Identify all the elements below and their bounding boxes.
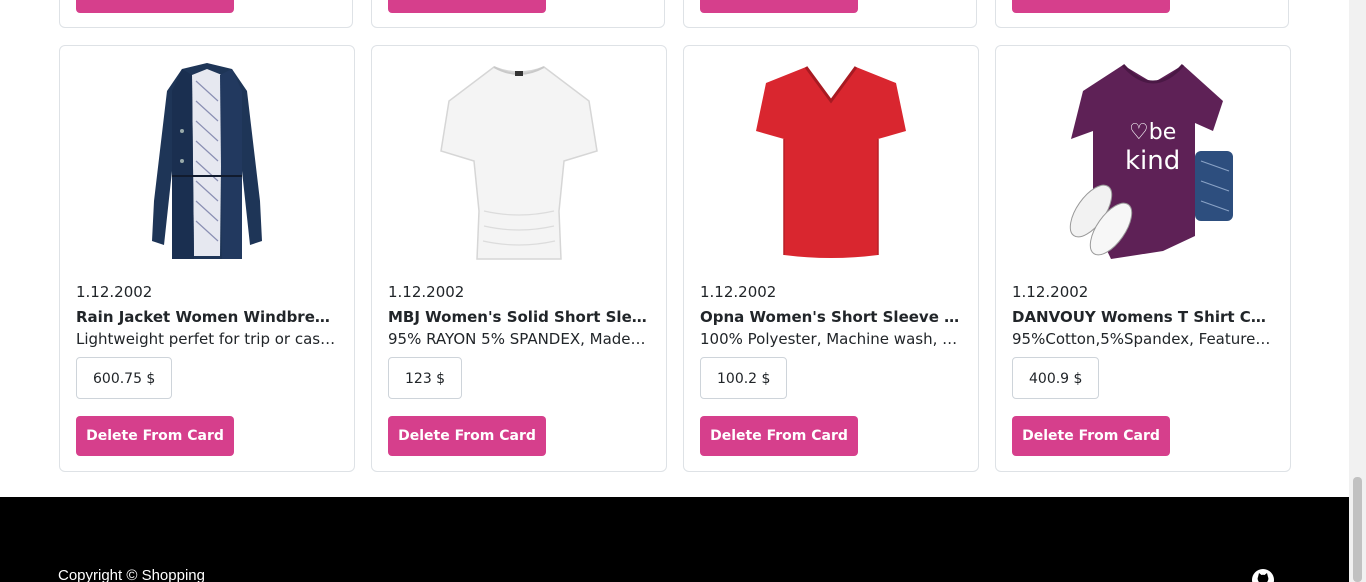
product-description: 100% Polyester, Machine wash, 100% catio… (700, 330, 962, 348)
product-title: DANVOUY Womens T Shirt Casual Cotton Sho… (1012, 308, 1274, 326)
product-card-partial (995, 0, 1289, 28)
product-card: ♡be kind 1.12.2002 DANVOUY Womens T Shir… (995, 45, 1291, 472)
product-date: 1.12.2002 (76, 283, 153, 301)
product-image (372, 58, 666, 264)
product-price: 400.9 $ (1012, 357, 1100, 399)
scrollbar-thumb[interactable] (1353, 477, 1362, 582)
delete-from-card-button[interactable]: Delete From Card (388, 416, 546, 456)
purple-be-kind-tshirt-image: ♡be kind (1069, 64, 1233, 259)
product-title: Rain Jacket Women Windbreaker Striped Cl… (76, 308, 338, 326)
delete-from-card-button-partial[interactable] (76, 0, 234, 13)
product-date: 1.12.2002 (700, 283, 777, 301)
white-boat-neck-top-image (440, 66, 598, 260)
footer: Copyright © Shopping (0, 497, 1349, 582)
navy-rain-jacket-image (152, 63, 262, 259)
product-title: Opna Women's Short Sleeve Moisture (700, 308, 962, 326)
delete-from-card-button-partial[interactable] (700, 0, 858, 13)
product-card-partial (683, 0, 977, 28)
previous-card-row (0, 0, 1349, 30)
copyright-text: Copyright © Shopping (58, 567, 205, 582)
product-image (684, 58, 978, 264)
delete-from-card-button-partial[interactable] (1012, 0, 1170, 13)
product-description: 95% RAYON 5% SPANDEX, Made in USA or Imp… (388, 330, 650, 348)
product-card: 1.12.2002 MBJ Women's Solid Short Sleeve… (371, 45, 667, 472)
delete-from-card-button[interactable]: Delete From Card (76, 416, 234, 456)
product-date: 1.12.2002 (388, 283, 465, 301)
delete-from-card-button-partial[interactable] (388, 0, 546, 13)
product-image (60, 58, 354, 264)
red-v-neck-tshirt-image (756, 66, 906, 258)
delete-from-card-button[interactable]: Delete From Card (700, 416, 858, 456)
github-icon[interactable] (1251, 568, 1275, 582)
product-card-partial (59, 0, 353, 28)
product-card: 1.12.2002 Opna Women's Short Sleeve Mois… (683, 45, 979, 472)
product-card-partial (371, 0, 665, 28)
product-price: 600.75 $ (76, 357, 173, 399)
svg-text:♡be: ♡be (1129, 120, 1176, 145)
product-date: 1.12.2002 (1012, 283, 1089, 301)
page: 1.12.2002 Rain Jacket Women Windbreaker … (0, 0, 1349, 582)
delete-from-card-button[interactable]: Delete From Card (1012, 416, 1170, 456)
product-price: 123 $ (388, 357, 463, 399)
product-image: ♡be kind (996, 58, 1290, 264)
product-price: 100.2 $ (700, 357, 788, 399)
vertical-scrollbar[interactable] (1349, 0, 1366, 582)
product-description: Lightweight perfet for trip or casual we… (76, 330, 338, 348)
product-card: 1.12.2002 Rain Jacket Women Windbreaker … (59, 45, 355, 472)
svg-text:kind: kind (1125, 146, 1180, 176)
product-title: MBJ Women's Solid Short Sleeve Boat Neck… (388, 308, 650, 326)
product-description: 95%Cotton,5%Spandex, Features: Casual, S… (1012, 330, 1274, 348)
